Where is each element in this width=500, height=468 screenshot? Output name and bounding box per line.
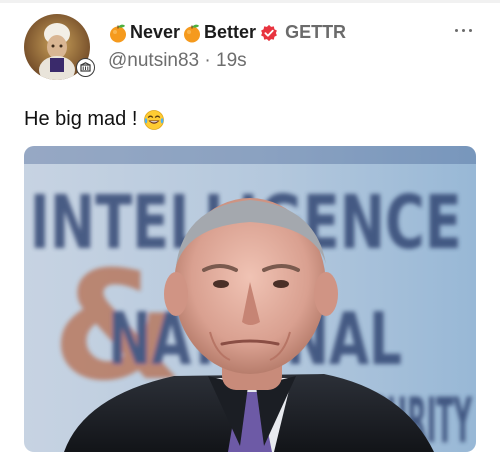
more-dot — [468, 28, 472, 32]
orange-emoji-icon — [184, 24, 201, 42]
author-name-part2: Better — [204, 22, 257, 42]
author-name-part1: Never — [130, 22, 181, 42]
post-text-content: He big mad ! — [24, 108, 138, 130]
top-divider — [0, 0, 500, 3]
author-name-line[interactable]: Never Better GETTR — [108, 22, 346, 43]
more-dot — [454, 28, 458, 32]
post-text: He big mad ! — [24, 108, 165, 131]
verified-badge-icon — [261, 24, 277, 41]
more-dot — [461, 28, 465, 32]
post-image[interactable]: INTELLIGENCE & NATIONAL SECURITY — [24, 146, 476, 452]
handle-line[interactable]: @nutsin83 · 19s — [108, 50, 247, 72]
separator-dot: · — [204, 50, 211, 71]
author-handle[interactable]: @nutsin83 — [108, 50, 199, 71]
post-photo: INTELLIGENCE & NATIONAL SECURITY — [24, 146, 476, 452]
post-timestamp: 19s — [216, 50, 247, 71]
more-options-button[interactable] — [450, 22, 476, 38]
orange-emoji-icon — [110, 24, 126, 42]
avatar-badge-icon — [76, 58, 95, 77]
platform-label: GETTR — [285, 22, 347, 42]
tears-of-joy-emoji-icon — [144, 109, 165, 130]
